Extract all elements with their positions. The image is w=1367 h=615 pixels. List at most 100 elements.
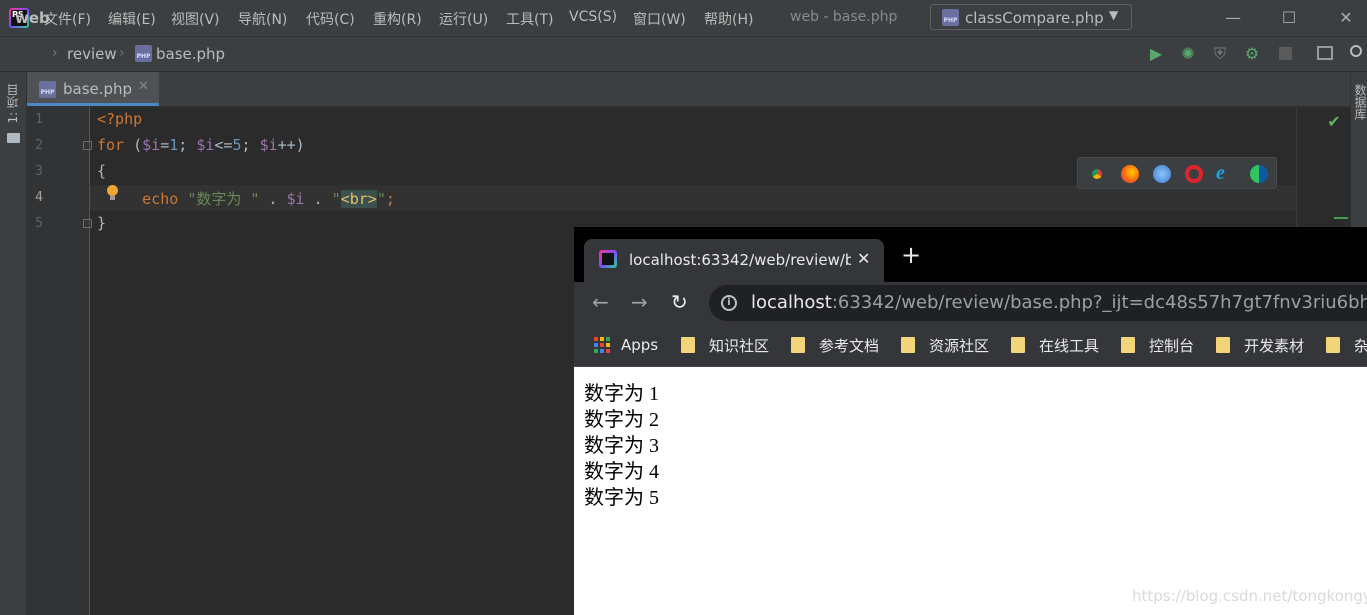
forward-icon[interactable]: →: [631, 290, 648, 314]
search-icon[interactable]: [1350, 45, 1362, 57]
run-icon[interactable]: ▶: [1146, 44, 1166, 64]
bookmark-label: 杂: [1354, 336, 1367, 355]
firefox-icon[interactable]: [1121, 165, 1139, 183]
line-number: 5: [35, 216, 43, 231]
php-file-icon: PHP: [942, 9, 959, 26]
editor-tab-base-php[interactable]: PHP base.php ✕: [27, 72, 159, 106]
line-number: 1: [35, 112, 43, 127]
new-tab-icon[interactable]: +: [901, 243, 921, 267]
line-number: 4: [35, 190, 43, 205]
breadcrumb-web[interactable]: web: [15, 9, 50, 27]
database-tool-tab[interactable]: 数据库: [1352, 84, 1367, 120]
window-title: web - base.php: [790, 9, 898, 25]
menu-code[interactable]: 代码(C): [306, 9, 355, 29]
breadcrumb-file[interactable]: base.php: [156, 45, 225, 63]
php-file-icon: PHP: [39, 81, 56, 98]
menu-vcs[interactable]: VCS(S): [569, 9, 617, 25]
url-host: localhost: [751, 292, 832, 313]
fold-marker-icon[interactable]: [83, 219, 92, 228]
bookmark-label: 资源社区: [929, 336, 990, 355]
menu-run[interactable]: 运行(U): [439, 9, 488, 29]
menu-file[interactable]: 文件(F): [44, 9, 91, 29]
reload-icon[interactable]: ↻: [671, 290, 688, 314]
menu-view[interactable]: 视图(V): [171, 9, 220, 29]
error-stripe-mark: [1334, 217, 1348, 219]
menu-refactor[interactable]: 重构(R): [373, 9, 422, 29]
output-line: 数字为 4: [584, 461, 659, 483]
profile-icon[interactable]: ⚙: [1242, 44, 1262, 64]
bookmark-label: 开发素材: [1244, 336, 1305, 355]
folder-icon: [1121, 337, 1135, 353]
run-configuration-label: classCompare.php: [965, 9, 1104, 27]
editor-tab-bar: [27, 72, 1350, 107]
maximize-icon[interactable]: ☐: [1277, 6, 1301, 30]
address-url: localhost:63342/web/review/base.php?_ijt…: [751, 292, 1367, 313]
bookmark-folder[interactable]: 知识社区: [681, 335, 769, 355]
folder-icon: [1326, 337, 1340, 353]
inspection-ok-icon[interactable]: ✔: [1324, 112, 1344, 132]
bookmark-folder[interactable]: 资源社区: [901, 335, 989, 355]
back-icon[interactable]: ←: [592, 290, 609, 314]
folder-icon: [1216, 337, 1230, 353]
menu-window[interactable]: 窗口(W): [633, 9, 686, 29]
chevron-right-icon: ›: [119, 45, 125, 61]
browser-tab-title: localhost:63342/web/review/base.php: [629, 251, 851, 269]
bookmark-label: Apps: [621, 336, 659, 354]
internet-explorer-icon[interactable]: e: [1216, 162, 1225, 185]
close-tab-icon[interactable]: ✕: [138, 79, 149, 94]
address-bar[interactable]: i localhost:63342/web/review/base.php?_i…: [709, 285, 1367, 321]
bookmark-label: 参考文档: [819, 336, 880, 355]
code-line-5[interactable]: }: [97, 214, 106, 232]
fold-marker-icon[interactable]: [83, 141, 92, 150]
phpstorm-favicon-icon: [599, 250, 617, 268]
bookmark-apps[interactable]: Apps: [594, 335, 658, 355]
php-file-icon: PHP: [135, 45, 152, 62]
close-tab-icon[interactable]: ✕: [857, 249, 870, 268]
folder-icon: [901, 337, 915, 353]
stop-icon[interactable]: [1279, 47, 1292, 60]
chevron-right-icon: ›: [52, 45, 58, 61]
menu-tools[interactable]: 工具(T): [506, 9, 553, 29]
chrome-icon[interactable]: [1088, 165, 1106, 183]
bookmark-folder[interactable]: 参考文档: [791, 335, 879, 355]
layout-icon[interactable]: [1317, 46, 1333, 60]
browser-tab[interactable]: localhost:63342/web/review/base.php ✕: [584, 239, 884, 282]
opera-icon[interactable]: [1185, 165, 1203, 183]
bookmark-label: 在线工具: [1039, 336, 1100, 355]
menu-help[interactable]: 帮助(H): [704, 9, 753, 29]
watermark: https://blog.csdn.net/tongkongyu: [1132, 587, 1367, 605]
bookmarks-bar: Apps 知识社区 参考文档 资源社区 在线工具 控制台 开发素材 杂: [574, 325, 1367, 367]
minimize-icon[interactable]: —: [1221, 6, 1245, 30]
code-line-2[interactable]: for ($i=1; $i<=5; $i++): [97, 136, 305, 154]
code-line-4[interactable]: echo "数字为 " . $i . "<br>";: [97, 188, 395, 209]
bookmark-folder[interactable]: 控制台: [1121, 335, 1194, 355]
code-line-3[interactable]: {: [97, 162, 106, 180]
site-info-icon[interactable]: i: [721, 295, 737, 311]
coverage-icon[interactable]: ⛨: [1210, 44, 1230, 64]
menu-navigate[interactable]: 导航(N): [238, 9, 287, 29]
menu-edit[interactable]: 编辑(E): [108, 9, 156, 29]
close-icon[interactable]: ✕: [1334, 6, 1358, 30]
folder-icon[interactable]: [7, 133, 20, 143]
bookmark-folder[interactable]: 杂: [1326, 335, 1367, 355]
editor-gutter: [27, 107, 90, 615]
project-tool-tab[interactable]: 1: 项目: [4, 84, 21, 124]
output-line: 数字为 2: [584, 409, 659, 431]
line-number: 2: [35, 138, 43, 153]
code-line-1[interactable]: <?php: [97, 110, 142, 128]
page-content: 数字为 1 数字为 2 数字为 3 数字为 4 数字为 5: [574, 368, 1367, 615]
output-line: 数字为 3: [584, 435, 659, 457]
folder-icon: [791, 337, 805, 353]
browser-toolbar: ← → ↻ i localhost:63342/web/review/base.…: [574, 282, 1367, 325]
intention-bulb-icon[interactable]: [106, 185, 119, 202]
bookmark-folder[interactable]: 开发素材: [1216, 335, 1304, 355]
debug-icon[interactable]: ✺: [1178, 44, 1198, 64]
url-path: :63342/web/review/base.php?_ijt=dc48s57h…: [831, 292, 1367, 313]
safari-icon[interactable]: [1153, 165, 1171, 183]
open-in-browser-popup: e: [1077, 157, 1277, 189]
edge-icon[interactable]: [1250, 165, 1268, 183]
dropdown-arrow-icon: ▼: [1109, 8, 1119, 22]
breadcrumb-review[interactable]: review: [67, 45, 117, 63]
bookmark-folder[interactable]: 在线工具: [1011, 335, 1099, 355]
run-configuration-select[interactable]: PHP classCompare.php ▼: [930, 4, 1132, 30]
